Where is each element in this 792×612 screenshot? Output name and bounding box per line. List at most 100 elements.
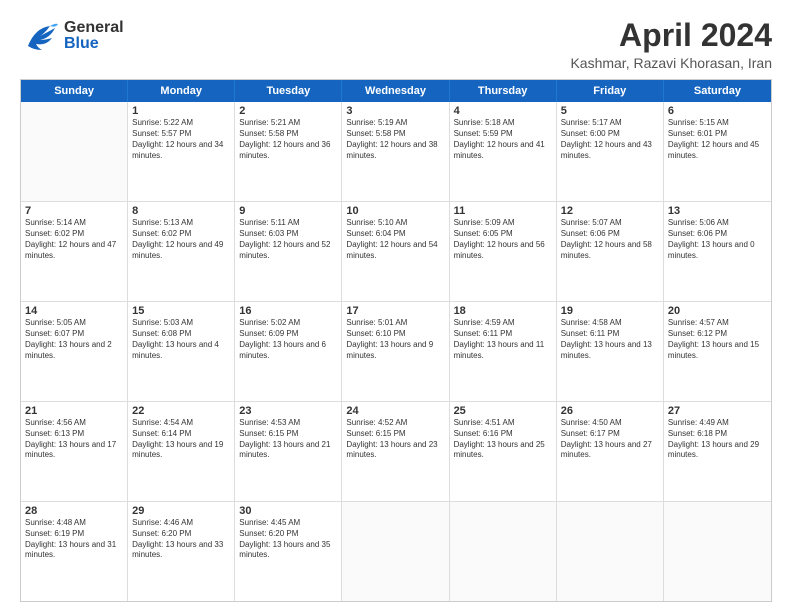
header-day-friday: Friday: [557, 80, 664, 102]
cell-info: Sunrise: 5:10 AM Sunset: 6:04 PM Dayligh…: [346, 218, 444, 261]
cell-info: Sunrise: 5:21 AM Sunset: 5:58 PM Dayligh…: [239, 118, 337, 161]
calendar-row-3: 21Sunrise: 4:56 AM Sunset: 6:13 PM Dayli…: [21, 402, 771, 502]
cell-info: Sunrise: 4:59 AM Sunset: 6:11 PM Dayligh…: [454, 318, 552, 361]
logo-general-text: General: [64, 20, 124, 36]
logo-name: General Blue: [64, 20, 124, 52]
day-number: 14: [25, 305, 123, 317]
cell-info: Sunrise: 4:56 AM Sunset: 6:13 PM Dayligh…: [25, 418, 123, 461]
cell-info: Sunrise: 4:57 AM Sunset: 6:12 PM Dayligh…: [668, 318, 767, 361]
logo: General Blue: [20, 18, 124, 54]
calendar-row-2: 14Sunrise: 5:05 AM Sunset: 6:07 PM Dayli…: [21, 302, 771, 402]
logo-bird-icon: [20, 18, 60, 54]
subtitle: Kashmar, Razavi Khorasan, Iran: [570, 55, 772, 71]
day-number: 18: [454, 305, 552, 317]
calendar-cell: 30Sunrise: 4:45 AM Sunset: 6:20 PM Dayli…: [235, 502, 342, 601]
calendar-cell: 11Sunrise: 5:09 AM Sunset: 6:05 PM Dayli…: [450, 202, 557, 301]
cell-info: Sunrise: 4:52 AM Sunset: 6:15 PM Dayligh…: [346, 418, 444, 461]
day-number: 24: [346, 405, 444, 417]
main-title: April 2024: [570, 18, 772, 53]
logo-blue-text: Blue: [64, 36, 124, 52]
header-day-thursday: Thursday: [450, 80, 557, 102]
cell-info: Sunrise: 5:03 AM Sunset: 6:08 PM Dayligh…: [132, 318, 230, 361]
day-number: 20: [668, 305, 767, 317]
cell-info: Sunrise: 5:18 AM Sunset: 5:59 PM Dayligh…: [454, 118, 552, 161]
day-number: 16: [239, 305, 337, 317]
header-day-sunday: Sunday: [21, 80, 128, 102]
calendar-cell: 19Sunrise: 4:58 AM Sunset: 6:11 PM Dayli…: [557, 302, 664, 401]
calendar-cell: 5Sunrise: 5:17 AM Sunset: 6:00 PM Daylig…: [557, 102, 664, 201]
day-number: 29: [132, 505, 230, 517]
header-day-wednesday: Wednesday: [342, 80, 449, 102]
day-number: 22: [132, 405, 230, 417]
day-number: 11: [454, 205, 552, 217]
cell-info: Sunrise: 5:05 AM Sunset: 6:07 PM Dayligh…: [25, 318, 123, 361]
calendar-cell: 23Sunrise: 4:53 AM Sunset: 6:15 PM Dayli…: [235, 402, 342, 501]
cell-info: Sunrise: 4:51 AM Sunset: 6:16 PM Dayligh…: [454, 418, 552, 461]
day-number: 30: [239, 505, 337, 517]
day-number: 28: [25, 505, 123, 517]
cell-info: Sunrise: 4:46 AM Sunset: 6:20 PM Dayligh…: [132, 518, 230, 561]
calendar-cell: 10Sunrise: 5:10 AM Sunset: 6:04 PM Dayli…: [342, 202, 449, 301]
calendar-cell: 26Sunrise: 4:50 AM Sunset: 6:17 PM Dayli…: [557, 402, 664, 501]
cell-info: Sunrise: 4:48 AM Sunset: 6:19 PM Dayligh…: [25, 518, 123, 561]
day-number: 25: [454, 405, 552, 417]
cell-info: Sunrise: 5:22 AM Sunset: 5:57 PM Dayligh…: [132, 118, 230, 161]
calendar-cell: 1Sunrise: 5:22 AM Sunset: 5:57 PM Daylig…: [128, 102, 235, 201]
cell-info: Sunrise: 5:14 AM Sunset: 6:02 PM Dayligh…: [25, 218, 123, 261]
calendar-cell: 14Sunrise: 5:05 AM Sunset: 6:07 PM Dayli…: [21, 302, 128, 401]
day-number: 5: [561, 105, 659, 117]
calendar-row-1: 7Sunrise: 5:14 AM Sunset: 6:02 PM Daylig…: [21, 202, 771, 302]
day-number: 10: [346, 205, 444, 217]
day-number: 23: [239, 405, 337, 417]
calendar-cell: 2Sunrise: 5:21 AM Sunset: 5:58 PM Daylig…: [235, 102, 342, 201]
calendar-cell: [21, 102, 128, 201]
calendar-cell: 3Sunrise: 5:19 AM Sunset: 5:58 PM Daylig…: [342, 102, 449, 201]
calendar-cell: 4Sunrise: 5:18 AM Sunset: 5:59 PM Daylig…: [450, 102, 557, 201]
cell-info: Sunrise: 4:54 AM Sunset: 6:14 PM Dayligh…: [132, 418, 230, 461]
day-number: 13: [668, 205, 767, 217]
title-section: April 2024 Kashmar, Razavi Khorasan, Ira…: [570, 18, 772, 71]
cell-info: Sunrise: 4:53 AM Sunset: 6:15 PM Dayligh…: [239, 418, 337, 461]
calendar-cell: [664, 502, 771, 601]
calendar: SundayMondayTuesdayWednesdayThursdayFrid…: [20, 79, 772, 602]
cell-info: Sunrise: 4:50 AM Sunset: 6:17 PM Dayligh…: [561, 418, 659, 461]
calendar-cell: 15Sunrise: 5:03 AM Sunset: 6:08 PM Dayli…: [128, 302, 235, 401]
calendar-cell: 9Sunrise: 5:11 AM Sunset: 6:03 PM Daylig…: [235, 202, 342, 301]
cell-info: Sunrise: 5:11 AM Sunset: 6:03 PM Dayligh…: [239, 218, 337, 261]
header: General Blue April 2024 Kashmar, Razavi …: [20, 18, 772, 71]
calendar-cell: 17Sunrise: 5:01 AM Sunset: 6:10 PM Dayli…: [342, 302, 449, 401]
cell-info: Sunrise: 5:07 AM Sunset: 6:06 PM Dayligh…: [561, 218, 659, 261]
calendar-cell: 20Sunrise: 4:57 AM Sunset: 6:12 PM Dayli…: [664, 302, 771, 401]
calendar-cell: 18Sunrise: 4:59 AM Sunset: 6:11 PM Dayli…: [450, 302, 557, 401]
day-number: 4: [454, 105, 552, 117]
calendar-cell: 12Sunrise: 5:07 AM Sunset: 6:06 PM Dayli…: [557, 202, 664, 301]
day-number: 27: [668, 405, 767, 417]
calendar-body: 1Sunrise: 5:22 AM Sunset: 5:57 PM Daylig…: [21, 102, 771, 601]
day-number: 7: [25, 205, 123, 217]
calendar-cell: [557, 502, 664, 601]
header-day-tuesday: Tuesday: [235, 80, 342, 102]
day-number: 15: [132, 305, 230, 317]
calendar-cell: 16Sunrise: 5:02 AM Sunset: 6:09 PM Dayli…: [235, 302, 342, 401]
calendar-cell: 7Sunrise: 5:14 AM Sunset: 6:02 PM Daylig…: [21, 202, 128, 301]
day-number: 19: [561, 305, 659, 317]
day-number: 6: [668, 105, 767, 117]
calendar-cell: 8Sunrise: 5:13 AM Sunset: 6:02 PM Daylig…: [128, 202, 235, 301]
cell-info: Sunrise: 5:17 AM Sunset: 6:00 PM Dayligh…: [561, 118, 659, 161]
page: General Blue April 2024 Kashmar, Razavi …: [0, 0, 792, 612]
calendar-cell: 29Sunrise: 4:46 AM Sunset: 6:20 PM Dayli…: [128, 502, 235, 601]
calendar-cell: 24Sunrise: 4:52 AM Sunset: 6:15 PM Dayli…: [342, 402, 449, 501]
day-number: 2: [239, 105, 337, 117]
calendar-cell: 22Sunrise: 4:54 AM Sunset: 6:14 PM Dayli…: [128, 402, 235, 501]
header-day-saturday: Saturday: [664, 80, 771, 102]
day-number: 9: [239, 205, 337, 217]
calendar-row-4: 28Sunrise: 4:48 AM Sunset: 6:19 PM Dayli…: [21, 502, 771, 601]
day-number: 1: [132, 105, 230, 117]
calendar-row-0: 1Sunrise: 5:22 AM Sunset: 5:57 PM Daylig…: [21, 102, 771, 202]
cell-info: Sunrise: 4:49 AM Sunset: 6:18 PM Dayligh…: [668, 418, 767, 461]
cell-info: Sunrise: 5:13 AM Sunset: 6:02 PM Dayligh…: [132, 218, 230, 261]
day-number: 17: [346, 305, 444, 317]
day-number: 12: [561, 205, 659, 217]
calendar-cell: 25Sunrise: 4:51 AM Sunset: 6:16 PM Dayli…: [450, 402, 557, 501]
cell-info: Sunrise: 5:06 AM Sunset: 6:06 PM Dayligh…: [668, 218, 767, 261]
